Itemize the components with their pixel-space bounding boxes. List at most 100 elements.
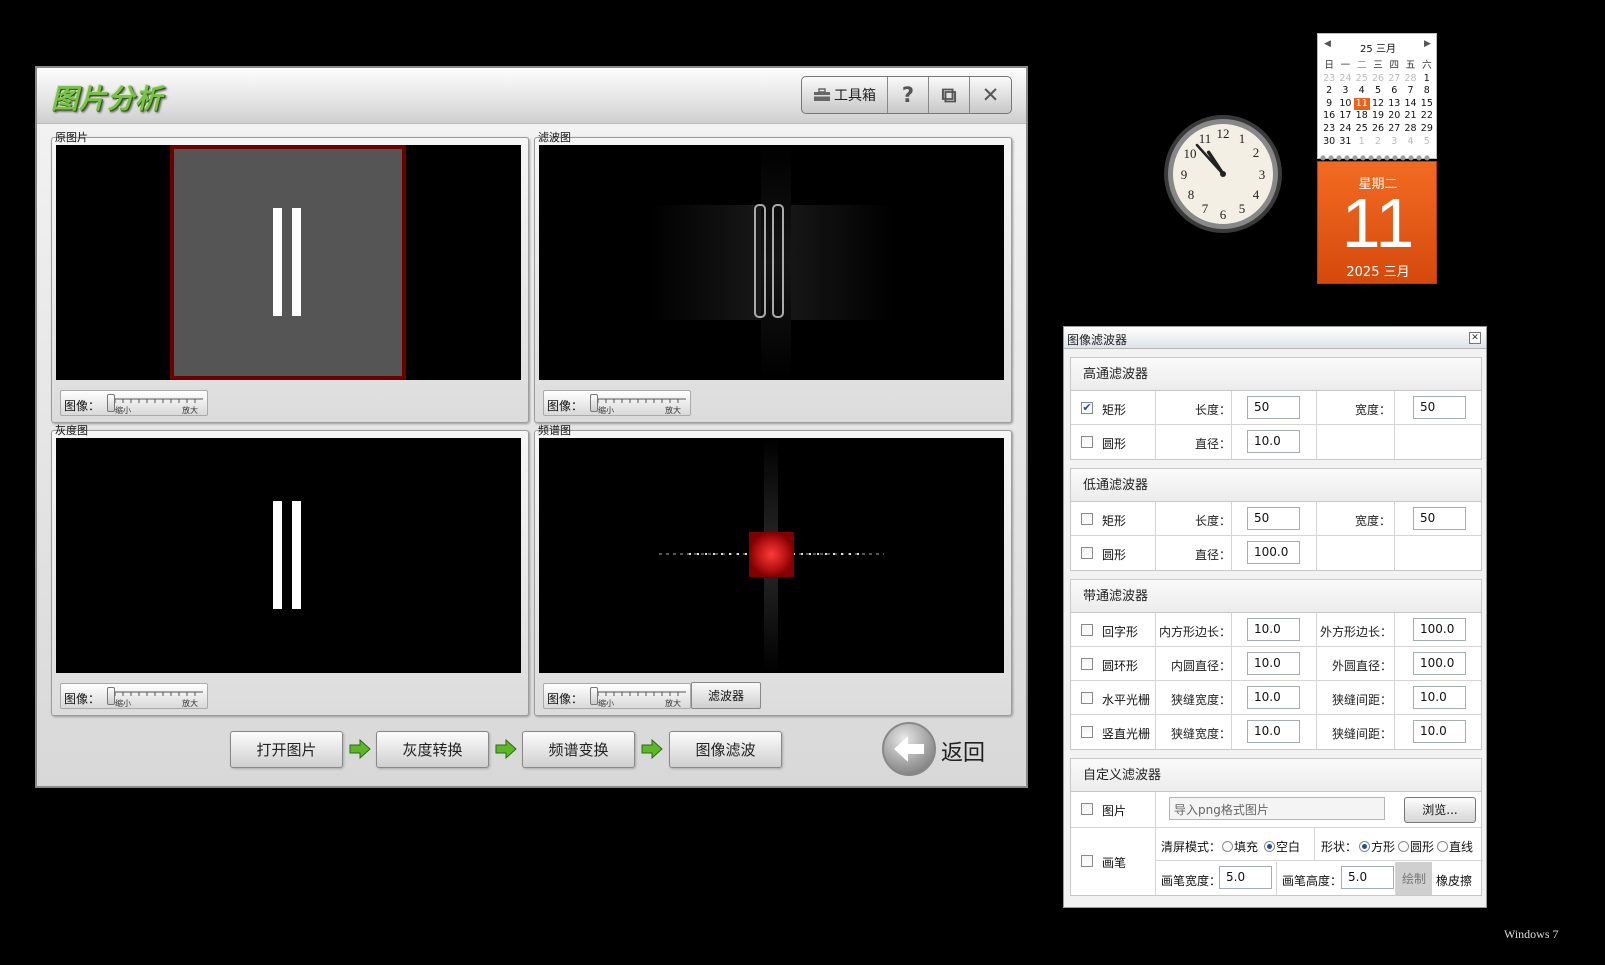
field-input[interactable]: 100.0 bbox=[1413, 652, 1466, 675]
calendar-day-cell[interactable]: 5 bbox=[1370, 85, 1386, 98]
dialog-close-icon[interactable]: ✕ bbox=[1469, 332, 1481, 344]
calendar-day-cell[interactable]: 28 bbox=[1402, 73, 1418, 86]
zoom-slider[interactable]: 图像： 缩小 放大 bbox=[543, 683, 691, 709]
pen-width-input[interactable]: 5.0 bbox=[1219, 866, 1272, 889]
close-button[interactable]: ✕ bbox=[970, 77, 1011, 113]
calendar-day-cell[interactable]: 21 bbox=[1402, 110, 1418, 123]
calendar-day-cell[interactable]: 29 bbox=[1419, 123, 1435, 136]
calendar-day-cell[interactable]: 16 bbox=[1321, 110, 1337, 123]
high-pass-rect-checkbox[interactable]: ✔ bbox=[1081, 402, 1093, 414]
calendar-day-cell[interactable]: 17 bbox=[1337, 110, 1353, 123]
calendar-day-cell[interactable]: 3 bbox=[1337, 85, 1353, 98]
low-pass-circle-checkbox[interactable] bbox=[1081, 547, 1093, 559]
calendar-day-cell[interactable]: 27 bbox=[1386, 123, 1402, 136]
zoom-slider[interactable]: 图像： 缩小 放大 bbox=[60, 390, 208, 416]
calendar-day-cell[interactable]: 23 bbox=[1321, 123, 1337, 136]
calendar-day-cell[interactable]: 18 bbox=[1354, 110, 1370, 123]
calendar-day-cell[interactable]: 6 bbox=[1386, 85, 1402, 98]
band-pass-checkbox[interactable] bbox=[1081, 692, 1093, 704]
diameter-input[interactable]: 100.0 bbox=[1247, 541, 1300, 564]
calendar-day-cell[interactable]: 22 bbox=[1419, 110, 1435, 123]
field-input[interactable]: 100.0 bbox=[1413, 618, 1466, 641]
fill-radio[interactable]: 填充 bbox=[1222, 838, 1258, 855]
toolbox-button[interactable]: 工具箱 bbox=[802, 77, 888, 113]
field-input[interactable]: 10.0 bbox=[1413, 720, 1466, 743]
calendar-day-cell[interactable]: 19 bbox=[1370, 110, 1386, 123]
calendar-day-cell[interactable]: 1 bbox=[1419, 73, 1435, 86]
square-radio[interactable]: 方形 bbox=[1359, 838, 1395, 855]
calendar-day-cell[interactable]: 9 bbox=[1321, 98, 1337, 111]
calendar-day-cell[interactable]: 23 bbox=[1321, 73, 1337, 86]
filter-button[interactable]: 滤波器 bbox=[691, 682, 761, 709]
calendar-gadget[interactable]: ◀ 25 三月 ▶ 日 一 二 三 四 五 六 23 24 25 26 27 28 1 2 3 4… bbox=[1317, 33, 1437, 284]
calendar-day-cell[interactable]: 3 bbox=[1386, 136, 1402, 149]
calendar-day-cell[interactable]: 12 bbox=[1370, 98, 1386, 111]
spectrum-image-canvas[interactable] bbox=[539, 438, 1004, 673]
slider-thumb[interactable] bbox=[590, 687, 598, 705]
slider-thumb[interactable] bbox=[590, 394, 598, 412]
grayscale-button[interactable]: 灰度转换 bbox=[376, 731, 489, 768]
image-filter-button[interactable]: 图像滤波 bbox=[669, 731, 782, 768]
back-button[interactable] bbox=[882, 722, 936, 776]
band-pass-checkbox[interactable] bbox=[1081, 658, 1093, 670]
slider-thumb[interactable] bbox=[107, 394, 115, 412]
filtered-image-canvas[interactable] bbox=[539, 145, 1004, 380]
calendar-day-cell[interactable]: 2 bbox=[1321, 85, 1337, 98]
circle-radio[interactable]: 圆形 bbox=[1398, 838, 1434, 855]
calendar-day-cell[interactable]: 26 bbox=[1370, 123, 1386, 136]
calendar-day-cell[interactable]: 1 bbox=[1354, 136, 1370, 149]
blank-radio[interactable]: 空白 bbox=[1264, 838, 1300, 855]
calendar-day-cell[interactable]: 13 bbox=[1386, 98, 1402, 111]
custom-pen-checkbox[interactable] bbox=[1081, 855, 1093, 867]
field-input[interactable]: 10.0 bbox=[1247, 618, 1300, 641]
back-label[interactable]: 返回 bbox=[941, 735, 985, 767]
field-input[interactable]: 10.0 bbox=[1247, 686, 1300, 709]
open-image-button[interactable]: 打开图片 bbox=[230, 731, 343, 768]
draw-button[interactable]: 绘制 bbox=[1396, 862, 1432, 895]
calendar-day-cell[interactable]: 14 bbox=[1402, 98, 1418, 111]
zoom-slider[interactable]: 图像： 缩小 放大 bbox=[543, 390, 691, 416]
calendar-day-cell[interactable]: 15 bbox=[1419, 98, 1435, 111]
field-input[interactable]: 10.0 bbox=[1247, 652, 1300, 675]
field-input[interactable]: 10.0 bbox=[1413, 686, 1466, 709]
pen-height-input[interactable]: 5.0 bbox=[1341, 866, 1394, 889]
width-input[interactable]: 50 bbox=[1413, 507, 1466, 530]
grayscale-image-canvas[interactable] bbox=[56, 438, 521, 673]
calendar-day-cell[interactable]: 25 bbox=[1354, 73, 1370, 86]
restore-button[interactable]: ⧉ bbox=[929, 77, 970, 113]
calendar-day-cell[interactable]: 10 bbox=[1337, 98, 1353, 111]
zoom-slider[interactable]: 图像： 缩小 放大 bbox=[60, 683, 208, 709]
band-pass-checkbox[interactable] bbox=[1081, 726, 1093, 738]
calendar-day-cell[interactable]: 26 bbox=[1370, 73, 1386, 86]
line-radio[interactable]: 直线 bbox=[1437, 838, 1473, 855]
calendar-day-cell[interactable]: 7 bbox=[1402, 85, 1418, 98]
field-input[interactable]: 10.0 bbox=[1247, 720, 1300, 743]
slider-thumb[interactable] bbox=[107, 687, 115, 705]
browse-button[interactable]: 浏览... bbox=[1404, 797, 1476, 823]
diameter-input[interactable]: 10.0 bbox=[1247, 430, 1300, 453]
calendar-day-cell[interactable]: 2 bbox=[1370, 136, 1386, 149]
length-input[interactable]: 50 bbox=[1247, 396, 1300, 419]
next-month-icon[interactable]: ▶ bbox=[1424, 39, 1431, 49]
calendar-day-cell[interactable]: 24 bbox=[1337, 73, 1353, 86]
eraser-button[interactable]: 橡皮擦 bbox=[1436, 872, 1472, 889]
calendar-day-cell[interactable]: 4 bbox=[1402, 136, 1418, 149]
custom-image-checkbox[interactable] bbox=[1081, 803, 1093, 815]
calendar-day-cell[interactable]: 25 bbox=[1354, 123, 1370, 136]
calendar-day-cell[interactable]: 28 bbox=[1402, 123, 1418, 136]
png-file-input[interactable]: 导入png格式图片 bbox=[1169, 797, 1385, 820]
calendar-day-cell[interactable]: 4 bbox=[1354, 85, 1370, 98]
calendar-day-cell[interactable]: 31 bbox=[1337, 136, 1353, 149]
calendar-day-cell[interactable]: 5 bbox=[1419, 136, 1435, 149]
calendar-day-cell[interactable]: 27 bbox=[1386, 73, 1402, 86]
calendar-day-cell[interactable]: 30 bbox=[1321, 136, 1337, 149]
calendar-day-cell[interactable]: 20 bbox=[1386, 110, 1402, 123]
clock-gadget[interactable]: 12 12 345 678 91011 bbox=[1162, 113, 1284, 235]
low-pass-rect-checkbox[interactable] bbox=[1081, 513, 1093, 525]
calendar-day-cell[interactable]: 8 bbox=[1419, 85, 1435, 98]
calendar-day-cell[interactable]: 24 bbox=[1337, 123, 1353, 136]
band-pass-checkbox[interactable] bbox=[1081, 624, 1093, 636]
help-button[interactable]: ? bbox=[888, 77, 929, 113]
original-image-canvas[interactable] bbox=[56, 145, 521, 380]
length-input[interactable]: 50 bbox=[1247, 507, 1300, 530]
